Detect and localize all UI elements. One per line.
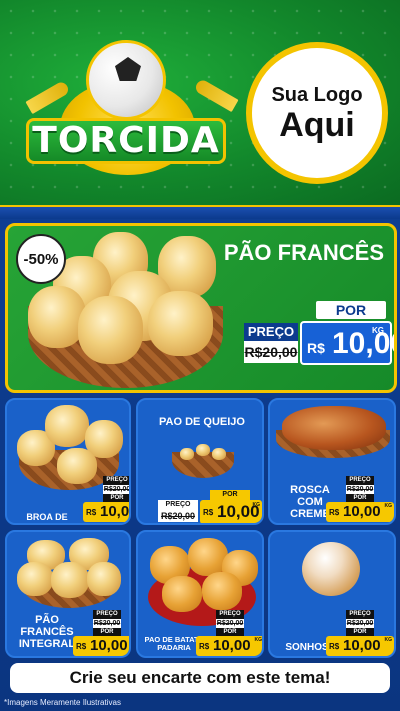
currency: R$ [86, 508, 97, 517]
brand-title: TORCIDA [26, 118, 226, 164]
por-label: POR [93, 628, 121, 636]
disclaimer-text: *Imagens Meramente Ilustrativas [4, 698, 121, 707]
product-card-broa-de-milho[interactable]: BROA DE MILHO PREÇO R$20,00 POR R$ 10,00… [5, 398, 131, 525]
soccer-ball-icon [86, 40, 166, 120]
unit-label: KG [252, 502, 261, 508]
cta-banner[interactable]: Crie seu encarte com este tema! [10, 663, 390, 693]
price-tag: PREÇO R$20,00 POR R$ 10,00 KG [73, 610, 129, 656]
por-label: POR [346, 494, 374, 502]
bread-image [78, 296, 143, 364]
preco-label: PREÇO [103, 476, 129, 485]
bread-image [51, 562, 89, 598]
sonho-image [302, 542, 360, 596]
unit-label: KG [384, 503, 393, 509]
por-label: POR [346, 628, 374, 636]
vuvuzela-left-icon [25, 79, 71, 115]
price-tag: PREÇO R$20,00 POR R$ 10,00 KG [196, 610, 263, 656]
cheese-bread-image [180, 448, 194, 460]
rosca-image [282, 406, 386, 450]
new-price-box: R$ 10,00 KG [73, 636, 129, 656]
preco-label: PREÇO [93, 610, 121, 619]
preco-label: PREÇO [346, 476, 374, 485]
logo-line-2: Aqui [279, 105, 355, 144]
hero-price-tag: POR PREÇO R$20,00 R$ 10,00 KG [244, 301, 394, 376]
old-price: R$20,00 [216, 619, 244, 628]
logo-line-1: Sua Logo [271, 83, 363, 106]
cheese-bread-image [212, 448, 226, 460]
new-price-box: R$ 10,00 KG [83, 502, 130, 522]
discount-badge: -50% [16, 234, 66, 284]
product-name: BROA DE MILHO [26, 512, 68, 523]
price-value: 10,00 [343, 637, 381, 654]
preco-label: PREÇO [158, 500, 198, 510]
header-banner: TORCIDA Sua Logo Aqui [0, 0, 400, 207]
potato-bread-image [202, 572, 242, 610]
unit-label: KG [384, 637, 393, 643]
new-price-box: R$ 10,00 KG [200, 500, 262, 523]
product-card-rosca-com-creme[interactable]: ROSCA COM CREME PREÇO R$20,00 POR R$ 10,… [268, 398, 396, 525]
price-value: 10,00 [90, 637, 128, 654]
product-name: PAO DE BATATA PADARIA [144, 635, 204, 653]
new-price-box: R$ 10,00 KG [196, 636, 263, 656]
currency: R$ [203, 508, 214, 517]
old-price: R$20,00 [158, 510, 198, 522]
price-value: 10,00 [100, 503, 130, 520]
currency: R$ [329, 508, 340, 517]
preco-label: PREÇO [216, 610, 244, 619]
product-card-pao-de-queijo[interactable]: PAO DE QUEIJO POR PREÇO R$20,00 R$ 10,00… [136, 398, 264, 525]
hero-product-title: PÃO FRANCÊS [223, 240, 384, 265]
bread-image [87, 562, 121, 596]
torcida-logo: TORCIDA [20, 40, 239, 180]
por-label: POR [103, 494, 129, 502]
old-price: R$20,00 [244, 341, 298, 363]
preco-label: PREÇO [346, 610, 374, 619]
price-value: 10,00 [213, 637, 251, 654]
price-value: 10,00 [332, 327, 394, 360]
preco-label: PREÇO [244, 323, 298, 341]
old-price: R$20,00 [346, 619, 374, 628]
old-price: R$20,00 [346, 485, 374, 494]
hero-product-card[interactable]: -50% PÃO FRANCÊS POR PREÇO R$20,00 R$ 10… [5, 223, 397, 393]
old-price: R$20,00 [93, 619, 121, 628]
header-divider [0, 205, 400, 219]
old-price: R$20,00 [103, 485, 131, 494]
product-card-sonhos[interactable]: SONHOS PREÇO R$20,00 POR R$ 10,00 KG [268, 530, 396, 658]
product-name: PAO DE QUEIJO [159, 416, 245, 428]
por-label: POR [316, 301, 386, 319]
bread-image [28, 286, 86, 348]
unit-label: KG [372, 326, 384, 335]
store-logo-placeholder[interactable]: Sua Logo Aqui [246, 42, 388, 184]
price-tag: POR PREÇO R$20,00 R$ 10,00 KG [158, 490, 262, 523]
por-label: POR [210, 490, 250, 500]
bread-image [17, 562, 53, 596]
cheese-bread-image [196, 444, 210, 456]
product-card-pao-de-batata[interactable]: PAO DE BATATA PADARIA PREÇO R$20,00 POR … [136, 530, 264, 658]
currency: R$ [329, 642, 340, 651]
price-tag: PREÇO R$20,00 POR R$ 10,00 KG [326, 476, 394, 522]
currency: R$ [76, 642, 87, 651]
bread-image [148, 291, 213, 356]
broa-image [45, 405, 89, 447]
currency: R$ [307, 340, 325, 356]
unit-label: KG [254, 637, 263, 643]
price-tag: PREÇO R$20,00 POR R$ 10,00 KG [326, 610, 394, 656]
price-value: 10,00 [343, 503, 381, 520]
product-card-pao-frances-integral[interactable]: PÃO FRANCÊS INTEGRAL PREÇO R$20,00 POR R… [5, 530, 131, 658]
new-price-box: R$ 10,00 KG [326, 636, 394, 656]
new-price-box: R$ 10,00 KG [326, 502, 394, 522]
price-tag: PREÇO R$20,00 POR R$ 10,00 KG [83, 476, 131, 522]
currency: R$ [199, 642, 210, 651]
potato-bread-image [162, 576, 202, 612]
new-price-box: R$ 10,00 KG [300, 321, 394, 365]
por-label: POR [216, 628, 244, 636]
